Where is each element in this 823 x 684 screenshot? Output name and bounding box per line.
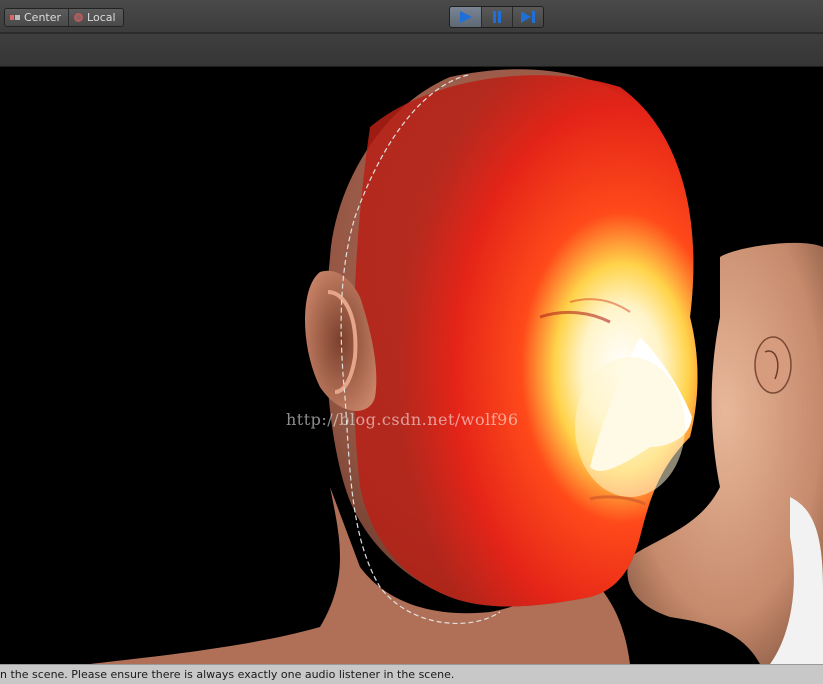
head-render xyxy=(90,69,823,664)
main-toolbar: Center Local xyxy=(0,0,823,33)
play-button[interactable] xyxy=(450,7,481,27)
step-icon xyxy=(521,11,535,23)
step-button[interactable] xyxy=(512,7,543,27)
center-pivot-icon xyxy=(10,14,20,21)
pivot-toggle-group: Center Local xyxy=(4,8,124,27)
pivot-rotation-button[interactable]: Local xyxy=(68,9,123,26)
playback-controls xyxy=(449,6,544,28)
pivot-position-label: Center xyxy=(24,11,62,24)
status-message: n the scene. Please ensure there is alwa… xyxy=(0,668,455,681)
console-status-bar[interactable]: n the scene. Please ensure there is alwa… xyxy=(0,664,823,684)
watermark-text: http://blog.csdn.net/wolf96 xyxy=(286,410,519,429)
pause-button[interactable] xyxy=(481,7,512,27)
pivot-position-button[interactable]: Center xyxy=(5,9,69,26)
pivot-rotation-label: Local xyxy=(87,11,116,24)
pause-icon xyxy=(493,11,501,23)
game-view-subbar xyxy=(0,34,823,67)
local-rotation-icon xyxy=(74,13,84,22)
play-icon xyxy=(459,11,472,23)
game-viewport[interactable]: http://blog.csdn.net/wolf96 xyxy=(0,67,823,664)
